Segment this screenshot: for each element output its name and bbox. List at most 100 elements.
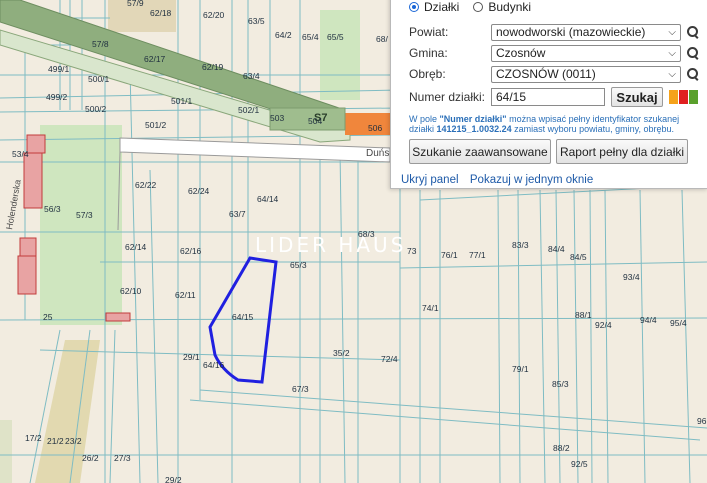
plot-label: 62/10 — [120, 286, 142, 296]
plot-label: 92/4 — [595, 320, 612, 330]
plot-label: 56/3 — [44, 204, 61, 214]
plot-label: 96 — [697, 416, 707, 426]
help-part1: W pole — [409, 114, 440, 124]
numer-dzialki-value: 64/15 — [496, 90, 527, 104]
plot-label: 500/2 — [85, 104, 107, 114]
obreb-value: CZOSNÓW (0011) — [496, 67, 596, 81]
plot-label: 23/2 — [65, 436, 82, 446]
swatch-red[interactable] — [679, 90, 688, 104]
plot-label: 27/3 — [114, 453, 131, 463]
plot-label: 57/3 — [76, 210, 93, 220]
plot-label: 65/3 — [290, 260, 307, 270]
help-part3: zamiast wyboru powiatu, gminy, obrębu. — [511, 124, 675, 134]
plot-label: 76/1 — [441, 250, 458, 260]
chevron-down-icon: ⌵ — [668, 26, 676, 38]
plot-label: 77/1 — [469, 250, 486, 260]
plot-label: 17/2 — [25, 433, 42, 443]
powiat-value: nowodworski (mazowieckie) — [496, 25, 646, 39]
plot-label: 64/15 — [232, 312, 254, 322]
plot-label: 503 — [270, 113, 284, 123]
plot-label: 88/2 — [553, 443, 570, 453]
plot-label: 62/11 — [175, 290, 196, 300]
street-name-label: Duńs — [366, 148, 389, 159]
plot-label: 57/9 — [127, 0, 144, 8]
plot-label: 67/3 — [292, 384, 309, 394]
plot-label: 506 — [368, 123, 382, 133]
powiat-select[interactable]: nowodworski (mazowieckie) ⌵ — [491, 23, 681, 41]
radio-dzialki[interactable]: Działki — [409, 0, 459, 14]
plot-label: 62/17 — [144, 54, 166, 64]
search-mode-row: Działki Budynki — [409, 0, 545, 16]
help-text: W pole "Numer działki" można wpisać pełn… — [409, 114, 699, 134]
status-swatches — [669, 90, 698, 104]
plot-label: 84/4 — [548, 244, 565, 254]
plot-label: 63/5 — [248, 16, 265, 26]
green-area-west — [40, 125, 122, 325]
radio-budynki-label: Budynki — [488, 0, 532, 14]
plot-label: 64/2 — [275, 30, 292, 40]
obreb-select[interactable]: CZOSNÓW (0011) ⌵ — [491, 65, 681, 83]
plot-label: 62/24 — [188, 186, 210, 196]
obreb-row: Obręb: CZOSNÓW (0011) ⌵ — [409, 65, 700, 83]
plot-label: 62/14 — [125, 242, 147, 252]
szukaj-button[interactable]: Szukaj — [611, 87, 663, 107]
plot-label: 62/18 — [150, 8, 172, 18]
gmina-row: Gmina: Czosnów ⌵ — [409, 44, 700, 62]
plot-label: 62/20 — [203, 10, 225, 20]
help-example: 141215_1.0032.24 — [436, 124, 512, 134]
plot-label: 72/4 — [381, 354, 398, 364]
radio-dzialki-label: Działki — [424, 0, 460, 14]
chevron-down-icon: ⌵ — [668, 47, 676, 59]
plot-label: 501/2 — [145, 120, 167, 130]
swatch-orange[interactable] — [669, 90, 678, 104]
plot-label: 21/2 — [47, 436, 64, 446]
search-icon[interactable] — [686, 25, 700, 39]
plot-label: 62/22 — [135, 180, 157, 190]
plot-label: 26/2 — [82, 453, 99, 463]
numer-dzialki-input[interactable]: 64/15 — [491, 88, 605, 106]
plot-label: 499/2 — [46, 92, 68, 102]
full-report-button[interactable]: Raport pełny dla działki — [556, 139, 688, 164]
plot-label: 84/5 — [570, 252, 587, 262]
plot-label: 502/1 — [238, 105, 260, 115]
numer-row: Numer działki: 64/15 Szukaj — [409, 87, 698, 107]
plot-label: 93/4 — [623, 272, 640, 282]
help-field: "Numer działki" — [439, 114, 507, 124]
swatch-green[interactable] — [689, 90, 698, 104]
search-icon[interactable] — [686, 67, 700, 81]
radio-dzialki-dot — [409, 2, 419, 12]
plot-label: 504 — [308, 116, 322, 126]
chevron-down-icon: ⌵ — [668, 68, 676, 80]
plot-label: 65/5 — [327, 32, 344, 42]
powiat-label: Powiat: — [409, 25, 449, 39]
radio-budynki[interactable]: Budynki — [473, 0, 531, 14]
panel-links: Ukryj panel Pokazuj w jednym oknie — [401, 172, 593, 186]
plot-label: 68/ — [376, 34, 388, 44]
obreb-label: Obręb: — [409, 67, 446, 81]
plot-label: 62/19 — [202, 62, 224, 72]
plot-label: 63/4 — [243, 71, 260, 81]
advanced-search-button[interactable]: Szukanie zaawansowane — [409, 139, 551, 164]
numer-label: Numer działki: — [409, 90, 486, 104]
powiat-row: Powiat: nowodworski (mazowieckie) ⌵ — [409, 23, 700, 41]
plot-label: 63/7 — [229, 209, 246, 219]
plot-label: 25 — [43, 312, 53, 322]
plot-label: 499/1 — [48, 64, 70, 74]
plot-label: 92/5 — [571, 459, 588, 469]
plot-label: 62/16 — [180, 246, 202, 256]
single-window-link[interactable]: Pokazuj w jednym oknie — [470, 174, 593, 186]
search-panel: Działki Budynki Powiat: nowodworski (maz… — [390, 0, 707, 189]
plot-label: 94/4 — [640, 315, 657, 325]
plot-label: 29/1 — [183, 352, 200, 362]
watermark-text: LIDER HAUS — [255, 233, 406, 257]
radio-budynki-dot — [473, 2, 484, 12]
plot-label: 53/4 — [12, 149, 29, 159]
search-icon[interactable] — [686, 46, 700, 60]
gmina-value: Czosnów — [496, 46, 546, 60]
plot-label: 35/2 — [333, 348, 350, 358]
plot-label: 57/8 — [92, 39, 109, 49]
gmina-select[interactable]: Czosnów ⌵ — [491, 44, 681, 62]
plot-label: 29/2 — [165, 475, 182, 483]
hide-panel-link[interactable]: Ukryj panel — [401, 174, 459, 186]
field-strip-left — [0, 420, 12, 483]
